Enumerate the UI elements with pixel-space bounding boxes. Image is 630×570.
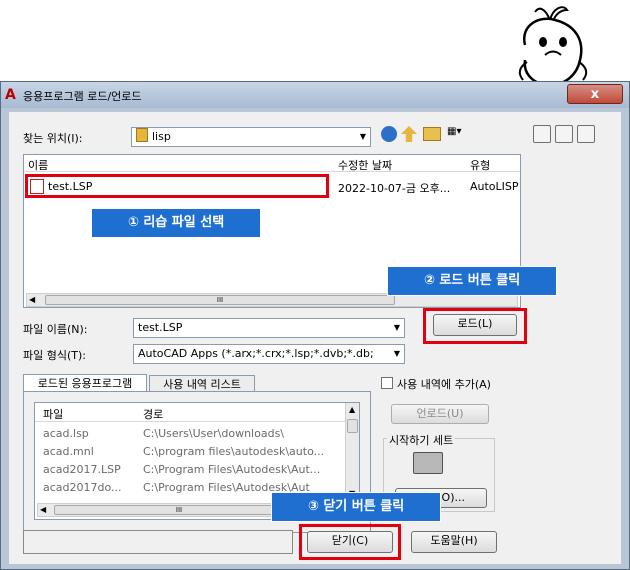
file-type-select[interactable]: AutoCAD Apps (*.arx;*.crx;*.lsp;*.dvb;*.…: [133, 344, 405, 364]
add-to-history-checkbox[interactable]: [381, 377, 393, 389]
title-bar: A 응용프로그램 로드/언로드 x: [1, 82, 629, 108]
chevron-down-icon: ▼: [393, 323, 400, 332]
new-folder-icon[interactable]: [423, 127, 441, 141]
file-name-value: test.LSP: [138, 321, 183, 334]
callout-step1: ① 리습 파일 선택: [91, 208, 261, 238]
look-in-value: lisp: [152, 130, 171, 143]
close-button[interactable]: 닫기(C): [307, 531, 393, 553]
scroll-thumb[interactable]: III: [54, 505, 304, 515]
column-path[interactable]: 경로: [143, 406, 163, 422]
loaded-row-path: C:\program files\autodesk\auto...: [143, 445, 325, 458]
file-row-type: AutoLISP: [470, 180, 519, 193]
look-in-label: 찾는 위치(I):: [23, 132, 83, 145]
startup-suite-label: 시작하기 세트: [387, 432, 456, 448]
search-icon[interactable]: [533, 125, 551, 143]
chevron-down-icon: ▼: [393, 349, 400, 358]
look-in-combo[interactable]: lisp ▼: [131, 127, 371, 147]
dialog-body: 찾는 위치(I): lisp ▼ ▦▾ 이름 수정한 날짜 유형 test.LS…: [9, 112, 621, 564]
file-highlight-box: [25, 174, 329, 198]
vertical-scrollbar[interactable]: ▲ ▼: [345, 403, 359, 503]
header-divider: [35, 421, 345, 422]
tab-history-list[interactable]: 사용 내역 리스트: [149, 375, 255, 392]
status-box: [23, 530, 293, 554]
file-name-label: 파일 이름(N):: [23, 323, 88, 336]
folder-icon: [136, 128, 148, 142]
header-divider: [24, 171, 520, 172]
callout-step2: ② 로드 버튼 클릭: [387, 266, 557, 296]
scroll-left-icon[interactable]: ◀: [29, 295, 35, 304]
loaded-row-file[interactable]: acad2017do...: [43, 481, 122, 494]
loaded-row-file[interactable]: acad2017.LSP: [43, 463, 121, 476]
briefcase-icon: [413, 452, 443, 474]
scroll-up-icon[interactable]: ▲: [349, 405, 355, 414]
loaded-row-file[interactable]: acad.lsp: [43, 427, 89, 440]
loaded-row-file[interactable]: acad.mnl: [43, 445, 94, 458]
autocad-logo-icon: A: [5, 87, 16, 103]
loaded-row-path: C:\Program Files\Autodesk\Aut...: [143, 463, 321, 476]
scroll-thumb-vertical[interactable]: [347, 419, 358, 433]
file-name-input[interactable]: test.LSP ▼: [133, 318, 405, 338]
dialog-title: 응용프로그램 로드/언로드: [23, 90, 142, 103]
file-row-date: 2022-10-07-금 오후...: [338, 182, 451, 195]
add-to-history-label: 사용 내역에 추가(A): [397, 378, 491, 391]
close-window-button[interactable]: x: [567, 84, 623, 104]
file-type-value: AutoCAD Apps (*.arx;*.crx;*.lsp;*.dvb;*.…: [138, 347, 374, 360]
callout-step3: ③ 닫기 버튼 클릭: [271, 492, 441, 522]
unload-button[interactable]: 언로드(U): [391, 404, 489, 424]
scroll-left-icon[interactable]: ◀: [40, 505, 46, 514]
tab-loaded-apps[interactable]: 로드된 응용프로그램: [23, 374, 147, 392]
tools-icon[interactable]: [577, 125, 595, 143]
help-button[interactable]: 도움말(H): [411, 531, 497, 553]
preview-icon[interactable]: [555, 125, 573, 143]
up-folder-icon[interactable]: [401, 126, 417, 142]
column-file[interactable]: 파일: [43, 406, 63, 422]
load-unload-dialog: A 응용프로그램 로드/언로드 x 찾는 위치(I): lisp ▼ ▦▾ 이름…: [0, 81, 630, 570]
scroll-thumb[interactable]: III: [45, 295, 395, 305]
views-menu-icon[interactable]: ▦▾: [447, 126, 471, 142]
mascot-doodle: [518, 6, 588, 87]
back-icon[interactable]: [381, 126, 397, 142]
loaded-row-path: C:\Users\User\downloads\: [143, 427, 285, 440]
load-button[interactable]: 로드(L): [433, 314, 517, 336]
file-type-label: 파일 형식(T):: [23, 349, 86, 362]
chevron-down-icon: ▼: [359, 132, 366, 141]
